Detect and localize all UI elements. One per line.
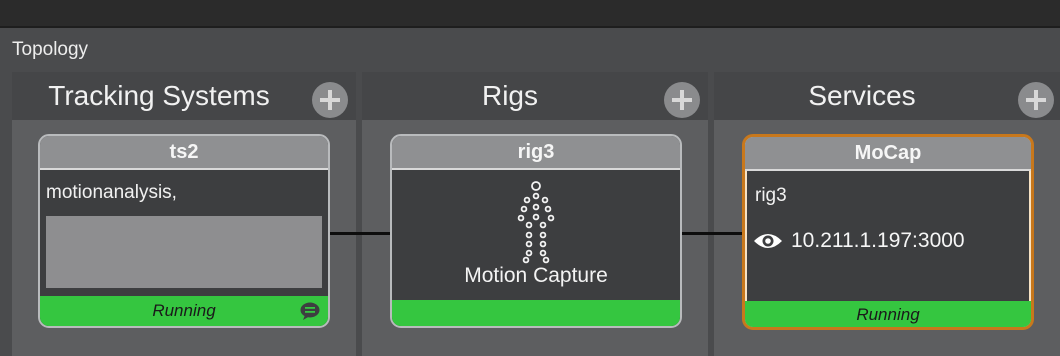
card-title: ts2 bbox=[40, 136, 328, 170]
top-bar bbox=[0, 0, 1060, 28]
rig-caption: Motion Capture bbox=[464, 264, 608, 287]
rig-card[interactable]: rig3 Motion Capture bbox=[390, 134, 682, 328]
service-address-row: 10.211.1.197:3000 bbox=[753, 227, 965, 255]
eye-icon[interactable] bbox=[753, 231, 783, 251]
status-bar bbox=[392, 300, 680, 326]
card-description: motionanalysis, bbox=[46, 182, 177, 203]
add-service-button[interactable] bbox=[1018, 82, 1054, 118]
column-header: Tracking Systems bbox=[12, 72, 356, 120]
card-title: MoCap bbox=[745, 137, 1031, 171]
add-tracking-system-button[interactable] bbox=[312, 82, 348, 118]
add-rig-button[interactable] bbox=[664, 82, 700, 118]
details-box bbox=[46, 216, 322, 288]
card-title: rig3 bbox=[392, 136, 680, 170]
column-title: Tracking Systems bbox=[48, 80, 270, 111]
column-header: Services bbox=[714, 72, 1060, 120]
status-text: Running bbox=[856, 305, 920, 324]
chat-bubble-icon[interactable] bbox=[300, 302, 320, 320]
status-bar: Running bbox=[40, 296, 328, 326]
skeleton-figure-icon bbox=[517, 181, 555, 264]
panel-title: Topology bbox=[12, 39, 89, 60]
status-bar: Running bbox=[745, 301, 1031, 327]
status-text: Running bbox=[152, 301, 216, 320]
connector-line bbox=[328, 232, 390, 235]
connector-line bbox=[680, 232, 744, 235]
tracking-system-card[interactable]: ts2 motionanalysis, Running bbox=[38, 134, 330, 328]
service-rig-name: rig3 bbox=[755, 185, 787, 206]
service-card[interactable]: MoCap rig3 10.211.1.197:3000 Running bbox=[742, 134, 1034, 330]
service-address: 10.211.1.197:3000 bbox=[791, 229, 965, 252]
column-title: Rigs bbox=[481, 80, 538, 111]
column-title: Services bbox=[808, 80, 916, 111]
column-header: Rigs bbox=[362, 72, 708, 120]
